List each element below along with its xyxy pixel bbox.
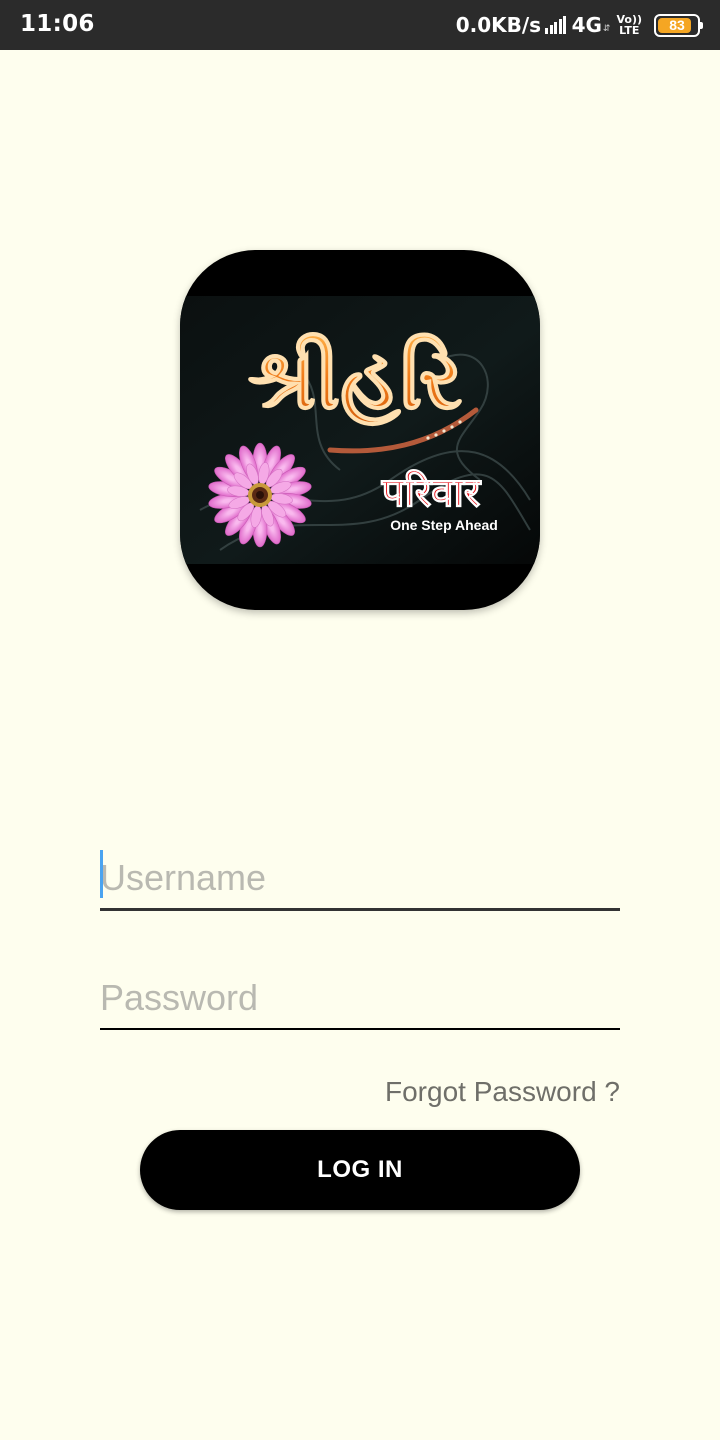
text-cursor [100, 850, 103, 898]
login-button[interactable]: LOG IN [140, 1130, 580, 1210]
battery-icon: 83 [654, 13, 703, 37]
data-arrows-icon: ⇵ [602, 22, 611, 33]
password-input[interactable] [100, 968, 620, 1028]
forgot-password-link[interactable]: Forgot Password ? [385, 1076, 620, 1108]
volte-icon: Vo)) LTE [616, 14, 642, 36]
battery-tip [700, 21, 703, 29]
network-speed: 0.0KB/s [455, 13, 542, 37]
app-logo: શ્રીહરિ परिवार One Step Ahead [180, 250, 540, 610]
network-type: 4G [571, 13, 602, 37]
logo-subtitle: परिवार [381, 469, 482, 516]
volte-bottom-label: LTE [619, 24, 640, 37]
signal-icon [545, 16, 568, 34]
status-bar: 11:06 0.0KB/s 4G ⇵ Vo)) LTE 83 [0, 0, 720, 50]
logo-tagline: One Step Ahead [390, 517, 498, 533]
password-field[interactable] [100, 968, 620, 1030]
status-indicators: 0.0KB/s 4G ⇵ Vo)) LTE 83 [455, 9, 703, 41]
logo-title: શ્રીહરિ [248, 330, 463, 428]
battery-level: 83 [669, 16, 685, 33]
username-field[interactable] [100, 848, 620, 911]
username-input[interactable] [100, 848, 620, 908]
logo-artwork: શ્રીહરિ परिवार One Step Ahead [180, 296, 540, 564]
status-time: 11:06 [20, 11, 95, 37]
